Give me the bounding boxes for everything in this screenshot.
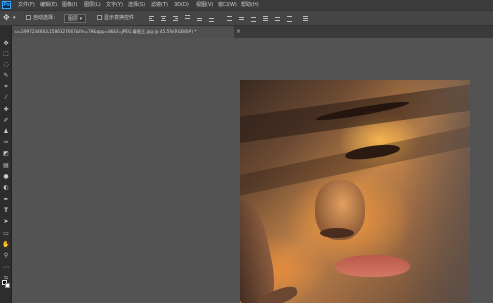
quick-select-tool-icon[interactable]: ✎ xyxy=(2,72,10,80)
move-tool-icon[interactable]: ✥ xyxy=(2,40,10,48)
nostril-shadow xyxy=(320,228,354,238)
menu-file[interactable]: 文件(F) xyxy=(18,0,35,10)
path-select-tool-icon[interactable]: ➤ xyxy=(2,218,10,226)
history-brush-tool-icon[interactable]: ✑ xyxy=(2,139,10,147)
document-image[interactable] xyxy=(240,80,470,303)
show-transform-checkbox[interactable]: 显示变换控件 xyxy=(97,14,134,23)
auto-select-checkbox[interactable]: 自动选择： xyxy=(26,14,58,23)
menu-window[interactable]: 窗口(W) xyxy=(218,0,237,10)
menu-3d[interactable]: 3D(D) xyxy=(174,0,189,10)
menu-help[interactable]: 帮助(H) xyxy=(241,0,259,10)
document-tab[interactable]: u=2997234663,1586327667&fm=79&app=86&f=J… xyxy=(12,26,234,38)
background-shade xyxy=(400,80,470,303)
tools-panel: ✥ ⬚ ◌ ✎ ⌗ ⁄ ✚ ✐ ♟ ✑ ◩ ▤ ● ◐ ✒ T ➤ ▭ ✋ ⚲ … xyxy=(0,26,12,303)
menu-view[interactable]: 视图(V) xyxy=(196,0,213,10)
options-bar: ✥ ▾ 自动选择： 图层 ▾ 显示变换控件 xyxy=(0,10,493,26)
hand xyxy=(240,196,281,303)
rectangle-tool-icon[interactable]: ▭ xyxy=(2,230,10,238)
tool-preset-dropdown-icon[interactable]: ▾ xyxy=(13,14,16,23)
auto-select-label: 自动选择： xyxy=(33,15,59,21)
eraser-tool-icon[interactable]: ◩ xyxy=(2,150,10,158)
menu-filter[interactable]: 滤镜(T) xyxy=(151,0,168,10)
blur-tool-icon[interactable]: ● xyxy=(2,173,10,181)
clone-stamp-tool-icon[interactable]: ♟ xyxy=(2,128,10,136)
align-center-icon[interactable] xyxy=(160,15,167,22)
zoom-tool-icon[interactable]: ⚲ xyxy=(2,252,10,260)
menu-select[interactable]: 选择(S) xyxy=(128,0,145,10)
dodge-tool-icon[interactable]: ◐ xyxy=(2,184,10,192)
distribute-top-icon[interactable] xyxy=(226,15,233,22)
eyedropper-tool-icon[interactable]: ⁄ xyxy=(2,94,10,102)
document-tab-bar: u=2997234663,1586327667&fm=79&app=86&f=J… xyxy=(12,26,493,38)
healing-brush-tool-icon[interactable]: ✚ xyxy=(2,106,10,114)
lasso-tool-icon[interactable]: ◌ xyxy=(2,61,10,69)
distribute-bottom-icon[interactable] xyxy=(250,15,257,22)
marquee-tool-icon[interactable]: ⬚ xyxy=(2,50,10,58)
gradient-tool-icon[interactable]: ▤ xyxy=(2,162,10,170)
show-transform-label: 显示变换控件 xyxy=(104,15,135,21)
crop-tool-icon[interactable]: ⌗ xyxy=(2,83,10,91)
distribute-middle-icon[interactable] xyxy=(238,15,245,22)
auto-select-dropdown[interactable]: 图层 ▾ xyxy=(64,14,87,23)
distribute-right-icon[interactable] xyxy=(286,15,293,22)
menu-image[interactable]: 图像(I) xyxy=(62,0,77,10)
hand-tool-icon[interactable]: ✋ xyxy=(2,241,10,249)
distribute-center-icon[interactable] xyxy=(274,15,281,22)
menu-type[interactable]: 文字(Y) xyxy=(106,0,123,10)
distribute-left-icon[interactable] xyxy=(262,15,269,22)
background-color-swatch[interactable] xyxy=(5,283,10,288)
more-tools-icon[interactable]: ⋯ xyxy=(2,264,10,272)
pen-tool-icon[interactable]: ✒ xyxy=(2,196,10,204)
lips xyxy=(335,255,410,277)
move-icon[interactable]: ✥ xyxy=(3,13,10,22)
menu-bar: Ps 文件(F) 编辑(E) 图像(I) 图层(L) 文字(Y) 选择(S) 滤… xyxy=(0,0,493,10)
menu-edit[interactable]: 编辑(E) xyxy=(40,0,57,10)
align-top-icon[interactable] xyxy=(184,15,191,22)
close-tab-icon[interactable]: × xyxy=(236,26,241,38)
auto-align-icon[interactable] xyxy=(302,15,309,22)
photoshop-logo-icon: Ps xyxy=(2,1,11,9)
brush-tool-icon[interactable]: ✐ xyxy=(2,117,10,125)
align-left-icon[interactable] xyxy=(148,15,155,22)
align-middle-icon[interactable] xyxy=(196,15,203,22)
align-bottom-icon[interactable] xyxy=(208,15,215,22)
align-right-icon[interactable] xyxy=(172,15,179,22)
type-tool-icon[interactable]: T xyxy=(2,207,10,215)
menu-layer[interactable]: 图层(L) xyxy=(84,0,101,10)
